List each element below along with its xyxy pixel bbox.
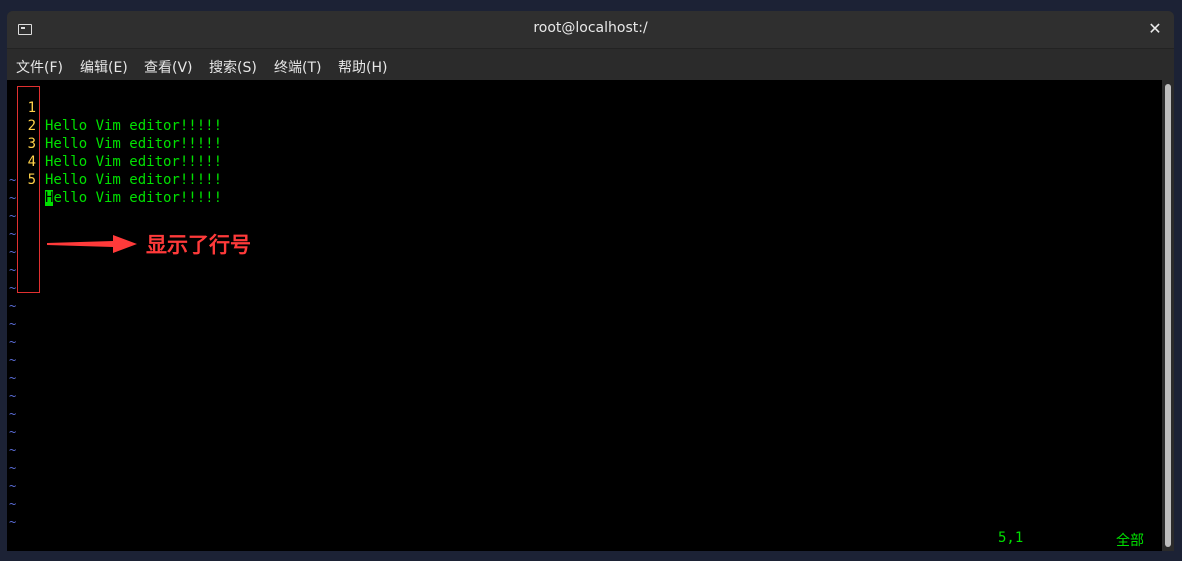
title-bar: root@localhost:/ ✕ [7,11,1174,49]
menu-search[interactable]: 搜索(S) [209,57,257,77]
line-text: Hello Vim editor!!!!! [45,189,222,207]
line-text-rest: ello Vim editor!!!!! [53,190,223,206]
scrollbar[interactable] [1162,80,1174,551]
tilde-marker: ~ [9,245,17,259]
tilde-marker: ~ [9,353,17,367]
tilde-marker: ~ [9,425,17,439]
window-title: root@localhost:/ [533,20,648,36]
menu-file[interactable]: 文件(F) [16,57,63,77]
cursor-position: 5,1 [998,530,1024,546]
tilde-marker: ~ [9,263,17,277]
tilde-marker: ~ [9,281,17,295]
tilde-marker: ~ [9,461,17,475]
line-text: Hello Vim editor!!!!! [45,136,223,152]
menu-help[interactable]: 帮助(H) [338,57,387,77]
line-text: Hello Vim editor!!!!! [45,118,223,134]
tilde-marker: ~ [9,371,17,385]
tilde-marker: ~ [9,191,17,205]
menu-terminal[interactable]: 终端(T) [274,57,321,77]
tilde-marker: ~ [9,479,17,493]
tilde-marker: ~ [9,497,17,511]
menu-edit[interactable]: 编辑(E) [80,57,128,77]
tilde-marker: ~ [9,389,17,403]
tilde-marker: ~ [9,227,17,241]
close-button[interactable]: ✕ [1146,19,1164,39]
line-number-highlight-box [17,86,40,293]
tilde-marker: ~ [9,515,17,529]
annotation-label: 显示了行号 [146,233,251,257]
arrow-right-icon [47,235,137,253]
tilde-marker: ~ [9,407,17,421]
menu-bar: 文件(F) 编辑(E) 查看(V) 搜索(S) 终端(T) 帮助(H) [7,49,1174,80]
scroll-scope: 全部 [1116,533,1144,549]
tilde-marker: ~ [9,209,17,223]
terminal-area[interactable]: 1 Hello Vim editor!!!!! 2 Hello Vim edit… [7,80,1162,551]
tilde-marker: ~ [9,299,17,313]
line-text: Hello Vim editor!!!!! [45,172,223,188]
tilde-marker: ~ [9,173,17,187]
scrollbar-thumb[interactable] [1165,84,1171,547]
tilde-marker: ~ [9,443,17,457]
terminal-window: root@localhost:/ ✕ 文件(F) 编辑(E) 查看(V) 搜索(… [7,11,1174,551]
menu-view[interactable]: 查看(V) [144,57,193,77]
line-text: Hello Vim editor!!!!! [45,154,223,170]
tilde-marker: ~ [9,317,17,331]
tilde-marker: ~ [9,335,17,349]
